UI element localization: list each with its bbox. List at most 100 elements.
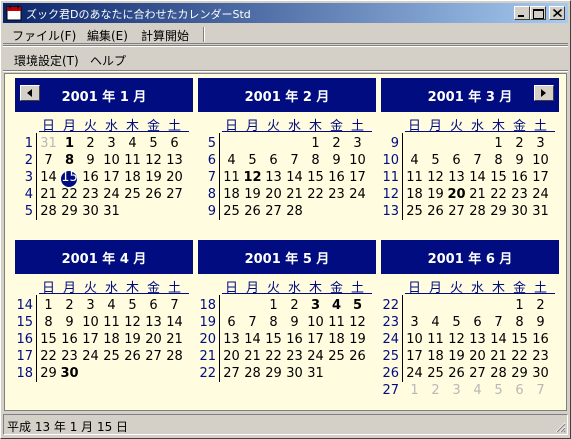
day-cell[interactable]: 13 [222, 332, 241, 347]
day-cell[interactable]: 30 [531, 366, 550, 381]
day-cell[interactable]: 31 [39, 136, 58, 151]
day-cell[interactable]: 24 [102, 187, 121, 202]
day-cell[interactable]: 26 [123, 349, 142, 364]
day-cell[interactable]: 22 [60, 187, 79, 202]
day-cell[interactable]: 28 [243, 366, 262, 381]
menu-file[interactable]: ファイル(F) [12, 27, 76, 44]
day-cell[interactable]: 1 [489, 136, 508, 151]
day-cell[interactable]: 18 [405, 187, 424, 202]
day-cell[interactable]: 6 [510, 383, 529, 398]
day-cell[interactable]: 28 [489, 366, 508, 381]
day-cell[interactable]: 4 [426, 315, 445, 330]
day-cell[interactable]: 25 [222, 204, 241, 219]
day-cell[interactable]: 6 [144, 298, 163, 313]
day-cell[interactable]: 1 [264, 298, 283, 313]
day-cell[interactable]: 25 [426, 366, 445, 381]
day-cell[interactable]: 7 [39, 153, 58, 168]
day-cell[interactable]: 8 [489, 153, 508, 168]
day-cell[interactable]: 5 [348, 298, 367, 313]
day-cell[interactable]: 11 [222, 170, 241, 185]
day-cell[interactable]: 23 [510, 187, 529, 202]
menu-calculate[interactable]: 計算開始 [141, 27, 189, 44]
day-cell[interactable]: 16 [60, 332, 79, 347]
day-cell[interactable]: 16 [285, 332, 304, 347]
day-cell[interactable]: 15 [60, 170, 79, 185]
day-cell[interactable]: 9 [327, 153, 346, 168]
day-cell[interactable]: 17 [306, 332, 325, 347]
day-cell[interactable]: 31 [102, 204, 121, 219]
day-cell[interactable]: 24 [306, 349, 325, 364]
day-cell[interactable]: 16 [81, 170, 100, 185]
day-cell[interactable]: 30 [510, 204, 529, 219]
day-cell[interactable]: 11 [426, 332, 445, 347]
day-cell[interactable]: 19 [123, 332, 142, 347]
day-cell[interactable]: 6 [165, 136, 184, 151]
day-cell[interactable]: 22 [264, 349, 283, 364]
day-cell[interactable]: 14 [165, 315, 184, 330]
day-cell[interactable]: 12 [144, 153, 163, 168]
day-cell[interactable]: 19 [144, 170, 163, 185]
day-cell[interactable]: 4 [468, 383, 487, 398]
day-cell[interactable]: 29 [60, 204, 79, 219]
day-cell[interactable]: 24 [531, 187, 550, 202]
day-cell[interactable]: 7 [165, 298, 184, 313]
day-cell[interactable]: 6 [264, 153, 283, 168]
day-cell[interactable]: 14 [468, 170, 487, 185]
day-cell[interactable]: 15 [264, 332, 283, 347]
day-cell[interactable]: 28 [468, 204, 487, 219]
day-cell[interactable]: 28 [165, 349, 184, 364]
day-cell[interactable]: 3 [81, 298, 100, 313]
day-cell[interactable]: 2 [531, 298, 550, 313]
day-cell[interactable]: 27 [222, 366, 241, 381]
day-cell[interactable]: 8 [306, 153, 325, 168]
day-cell[interactable]: 25 [123, 187, 142, 202]
day-cell[interactable]: 13 [165, 153, 184, 168]
day-cell[interactable]: 4 [222, 153, 241, 168]
day-cell[interactable]: 19 [348, 332, 367, 347]
day-cell[interactable]: 27 [165, 187, 184, 202]
day-cell[interactable]: 11 [405, 170, 424, 185]
day-cell[interactable]: 8 [264, 315, 283, 330]
day-cell[interactable]: 27 [144, 349, 163, 364]
day-cell[interactable]: 8 [60, 153, 79, 168]
day-cell[interactable]: 5 [243, 153, 262, 168]
day-cell[interactable]: 19 [447, 349, 466, 364]
app-icon[interactable] [6, 5, 22, 21]
day-cell[interactable]: 2 [60, 298, 79, 313]
day-cell[interactable]: 7 [468, 153, 487, 168]
day-cell[interactable]: 17 [405, 349, 424, 364]
day-cell[interactable]: 7 [243, 315, 262, 330]
day-cell[interactable]: 15 [306, 170, 325, 185]
title-bar[interactable]: ズック君Dのあなたに合わせたカレンダーStd [3, 3, 568, 23]
day-cell[interactable]: 30 [285, 366, 304, 381]
day-cell[interactable]: 14 [39, 170, 58, 185]
day-cell[interactable]: 29 [39, 366, 58, 381]
day-cell[interactable]: 18 [426, 349, 445, 364]
day-cell[interactable]: 20 [165, 170, 184, 185]
day-cell[interactable]: 2 [327, 136, 346, 151]
day-cell[interactable]: 9 [81, 153, 100, 168]
day-cell[interactable]: 21 [468, 187, 487, 202]
day-cell[interactable]: 13 [468, 332, 487, 347]
day-cell[interactable]: 14 [285, 170, 304, 185]
day-cell[interactable]: 2 [510, 136, 529, 151]
day-cell[interactable]: 9 [531, 315, 550, 330]
day-cell[interactable]: 9 [510, 153, 529, 168]
day-cell[interactable]: 10 [81, 315, 100, 330]
day-cell[interactable]: 17 [81, 332, 100, 347]
day-cell[interactable]: 26 [243, 204, 262, 219]
day-cell[interactable]: 11 [327, 315, 346, 330]
day-cell[interactable]: 3 [348, 136, 367, 151]
day-cell[interactable]: 24 [348, 187, 367, 202]
day-cell[interactable]: 13 [447, 170, 466, 185]
day-cell[interactable]: 19 [243, 187, 262, 202]
day-cell[interactable]: 22 [306, 187, 325, 202]
maximize-button[interactable] [530, 6, 546, 20]
day-cell[interactable]: 12 [243, 170, 262, 185]
day-cell[interactable]: 4 [102, 298, 121, 313]
day-cell[interactable]: 8 [510, 315, 529, 330]
day-cell[interactable]: 3 [447, 383, 466, 398]
close-button[interactable] [549, 6, 565, 20]
day-cell[interactable]: 3 [405, 315, 424, 330]
day-cell[interactable]: 1 [510, 298, 529, 313]
